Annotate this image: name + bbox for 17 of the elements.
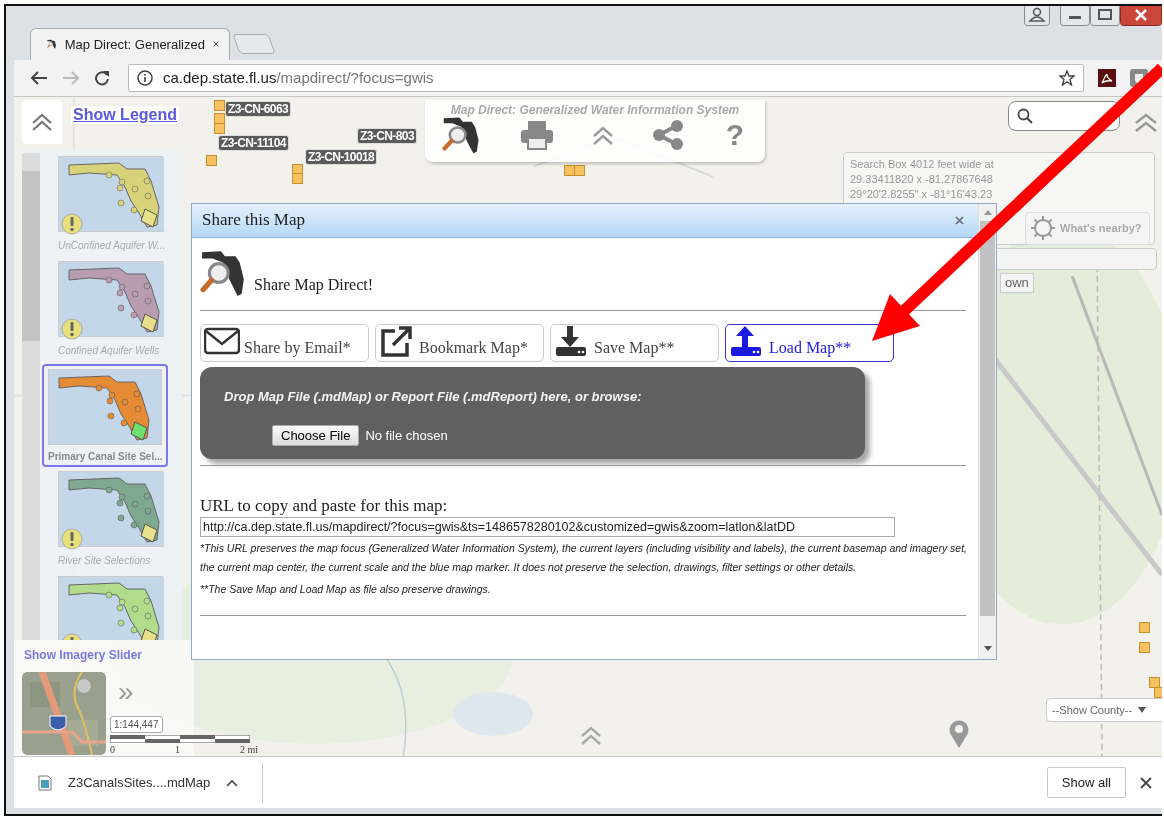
browser-tab[interactable]: Map Direct: Generalized <box>30 27 230 60</box>
close-icon[interactable] <box>1140 776 1152 789</box>
back-icon[interactable] <box>30 69 48 86</box>
url-text: ca.dep.state.fl.us/mapdirect/?focus=gwis <box>163 69 435 87</box>
reload-icon[interactable] <box>94 69 110 86</box>
maximize-button[interactable] <box>1090 6 1120 26</box>
caret-up-icon[interactable] <box>226 778 239 787</box>
show-all-button[interactable]: Show all <box>1046 767 1126 799</box>
info-icon[interactable] <box>137 69 153 86</box>
minimize-button[interactable] <box>1060 6 1090 26</box>
pdf-extension-icon[interactable] <box>1098 68 1116 87</box>
file-icon <box>38 774 52 791</box>
address-bar[interactable]: ca.dep.state.fl.us/mapdirect/?focus=gwis <box>128 63 1084 92</box>
download-item[interactable]: Z3CanalsSites....mdMap <box>38 762 264 803</box>
close-button[interactable] <box>1120 6 1162 26</box>
user-icon[interactable] <box>1024 6 1050 26</box>
star-icon[interactable] <box>1059 69 1075 86</box>
